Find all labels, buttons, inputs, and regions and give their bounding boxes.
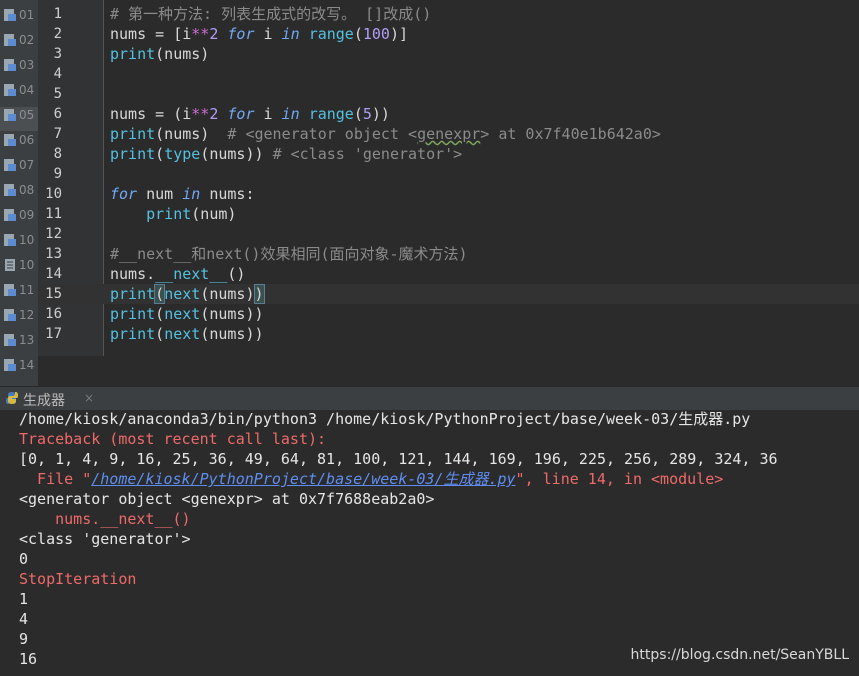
console-line-value: 16 [19,650,38,668]
console-line-stopiteration: StopIteration [19,570,137,588]
tree-item[interactable]: 13 [3,333,38,353]
line-number: 14 [45,266,62,282]
code-line: #__next__和next()效果相同(面向对象-魔术方法) [110,245,468,263]
run-tab-bar: 生成器 × [0,386,859,411]
python-file-icon [4,9,16,21]
tree-item[interactable]: 04 [3,83,38,103]
python-file-icon [4,359,16,371]
tree-item[interactable]: 08 [3,183,38,203]
console-line-value: 4 [19,610,29,628]
traceback-file-link[interactable]: /home/kiosk/PythonProject/base/week-03/生… [91,470,515,488]
console-line-value: 0 [19,550,29,568]
python-file-icon [4,209,16,221]
line-number: 1 [53,6,62,22]
code-line: print(next(nums)) [110,305,264,323]
python-file-icon [4,34,16,46]
console-line-file: File "/home/kiosk/PythonProject/base/wee… [19,470,724,488]
code-line: nums = [i**2 for i in range(100)] [110,25,409,43]
console-line-class: <class 'generator'> [19,530,191,548]
project-tree: 01 02 03 04 05 06 07 08 09 10 10 11 12 1… [0,0,38,386]
code-line: nums = (i**2 for i in range(5)) [110,105,390,123]
tree-item[interactable]: 06 [3,133,38,153]
code-line: print(type(nums)) # <class 'generator'> [110,145,463,163]
code-line: print(nums) # <generator object <genexpr… [110,125,661,143]
python-file-icon [4,284,16,296]
python-file-icon [4,234,16,246]
tree-item[interactable]: 03 [3,58,38,78]
line-number: 10 [45,186,62,202]
line-number: 16 [45,306,62,322]
text-file-icon [5,259,15,271]
python-icon [6,392,18,404]
code-line: # 第一种方法: 列表生成式的改写。 []改成() [110,5,432,23]
line-number: 3 [53,46,62,62]
console-line-value: 1 [19,590,29,608]
close-icon[interactable]: × [84,391,94,405]
console-line-command: /home/kiosk/anaconda3/bin/python3 /home/… [19,410,751,428]
code-line: print(next(nums)) [110,284,265,304]
python-file-icon [4,59,16,71]
tree-item[interactable]: 02 [3,33,38,53]
python-file-icon [4,84,16,96]
run-tab-title[interactable]: 生成器 [23,390,65,410]
line-number: 15 [45,286,62,302]
python-file-icon [4,309,16,321]
line-number: 7 [53,126,62,142]
python-file-icon [4,109,16,121]
code-line: print(num) [146,205,237,223]
python-file-icon [4,334,16,346]
python-file-icon [4,184,16,196]
tree-item[interactable]: 07 [3,158,38,178]
line-number: 5 [53,86,62,102]
line-number: 17 [45,326,62,342]
line-number: 11 [45,206,62,222]
tree-item[interactable]: 05 [3,108,38,128]
line-number: 13 [45,246,62,262]
code-line: nums.__next__() [110,265,246,283]
line-number: 4 [53,66,62,82]
code-line: print(nums) [110,45,210,63]
editor-empty-area[interactable] [38,356,859,386]
console-line-next-call: nums.__next__() [19,510,191,528]
tree-item[interactable]: 10 [3,258,38,278]
python-file-icon [4,134,16,146]
code-line: for num in nums: [110,185,255,203]
tree-item[interactable]: 11 [3,283,38,303]
python-file-icon [4,159,16,171]
tree-item[interactable]: 09 [3,208,38,228]
console-line-list-output: [0, 1, 4, 9, 16, 25, 36, 49, 64, 81, 100… [19,450,778,468]
console-line-traceback: Traceback (most recent call last): [19,430,327,448]
code-line: print(next(nums)) [110,325,264,343]
tree-item[interactable]: 01 [3,8,38,28]
console-line-generator-object: <generator object <genexpr> at 0x7f7688e… [19,490,435,508]
console-line-value: 9 [19,630,29,648]
line-number: 2 [53,26,62,42]
tree-item[interactable]: 10 [3,233,38,253]
watermark: https://blog.csdn.net/SeanYBLL [630,647,849,663]
line-number: 9 [53,166,62,182]
line-number: 6 [53,106,62,122]
line-number: 12 [45,226,62,242]
line-number: 8 [53,146,62,162]
tree-item[interactable]: 12 [3,308,38,328]
tree-item[interactable]: 14 [3,358,38,378]
